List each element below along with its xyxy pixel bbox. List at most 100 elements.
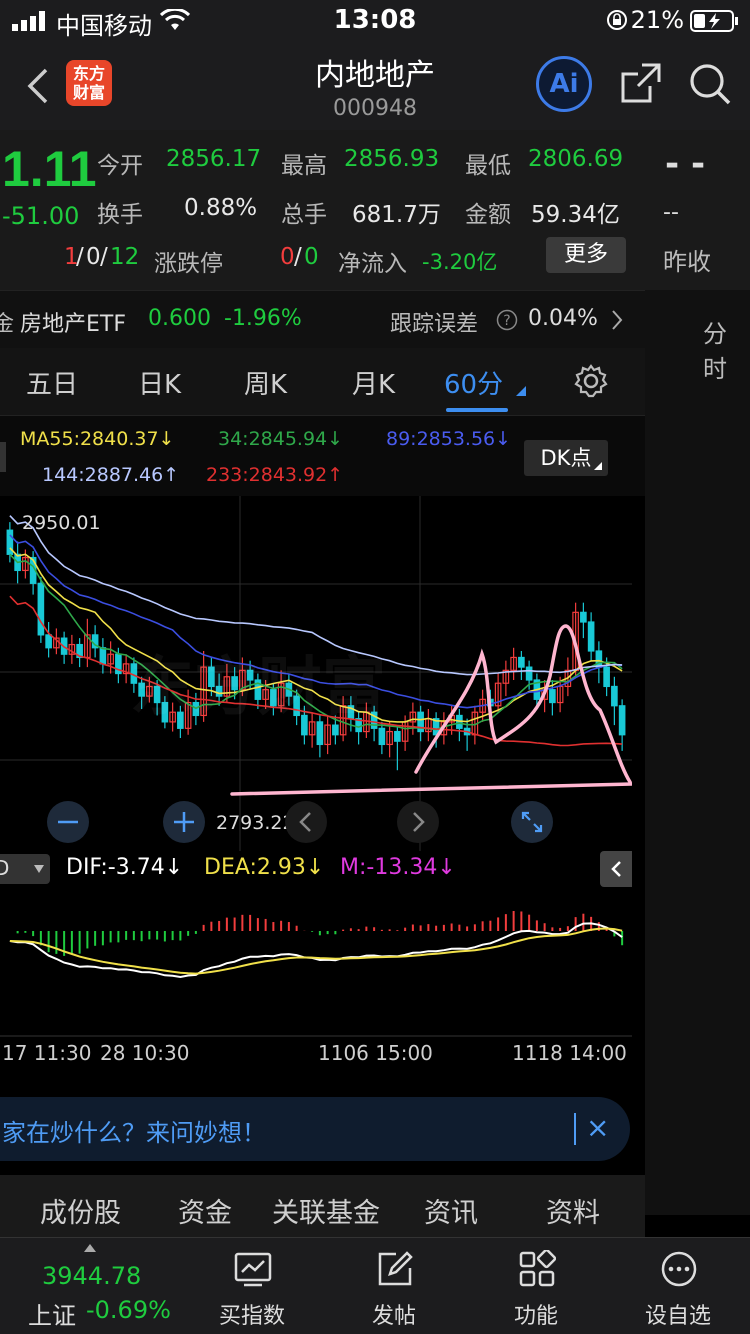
nav-bar: 东方 财富 内地地产 000948 Ai — [0, 40, 750, 130]
scroll-right-button[interactable] — [396, 800, 440, 844]
ai-assistant-button[interactable]: Ai — [536, 56, 592, 112]
etf-change: -1.96% — [224, 306, 302, 331]
volume-label: 总手 — [281, 202, 327, 228]
time-tick-4: 1118 14:00 — [512, 1041, 627, 1065]
macd-chart[interactable] — [0, 887, 632, 1037]
ma233-label: 233:2843.92↑ — [206, 464, 344, 486]
turnover-value: 0.88% — [184, 195, 258, 221]
tab-month-k[interactable]: 月K — [352, 364, 395, 401]
right-price-dash: - - — [665, 144, 706, 184]
candle-body — [99, 647, 107, 665]
battery-icon — [690, 10, 738, 32]
collapse-panel-button[interactable] — [600, 851, 632, 887]
candle-body — [580, 611, 587, 623]
tab-60min[interactable]: 60分 — [444, 364, 503, 401]
edit-icon — [378, 1251, 413, 1286]
quote-panel: 1.11 -51.00 今开 2856.17 最高 2856.93 最低 280… — [0, 130, 645, 290]
help-icon[interactable]: ? — [496, 309, 518, 331]
status-bar: 中国移动 13:08 21% — [0, 0, 750, 40]
chevron-right-icon — [612, 310, 623, 330]
tracking-error-label: 跟踪误差 — [390, 312, 479, 337]
dropdown-corner-icon — [516, 386, 526, 396]
indicator-selector[interactable]: D — [0, 854, 50, 884]
kline-chart[interactable]: 东方财富 2950.01 2793.22 — [0, 496, 714, 851]
high-value: 2856.93 — [344, 146, 440, 172]
functions-label: 功能 — [513, 1304, 558, 1329]
more-button[interactable]: 更多 — [546, 237, 626, 273]
open-label: 今开 — [97, 153, 143, 179]
ma144-label: 144:2887.46↑ — [42, 464, 180, 486]
candle-body — [518, 656, 525, 668]
etf-name: 房地产ETF — [20, 312, 126, 337]
price-change: -51.00 — [2, 202, 80, 230]
time-axis: 17 11:30 28 10:30 1106 15:00 1118 14:00 — [0, 1037, 632, 1085]
tab-profile[interactable]: 资料 — [546, 1191, 600, 1230]
buy-index-button[interactable]: 买指数 — [192, 1238, 312, 1334]
etf-row[interactable]: 金 房地产ETF 0.600 -1.96% 跟踪误差 ? 0.04% — [0, 290, 645, 348]
settings-gear-icon[interactable] — [574, 364, 608, 398]
time-tick-3: 1106 15:00 — [318, 1041, 433, 1065]
amount-label: 金额 — [465, 202, 511, 228]
intraday-label[interactable]: 分时 — [703, 314, 750, 384]
scroll-left-button[interactable] — [284, 800, 328, 844]
volume-value: 681.7万 — [352, 202, 441, 228]
market-index-widget[interactable]: 3944.78 上证 -0.69% — [0, 1238, 190, 1334]
tab-news[interactable]: 资讯 — [424, 1191, 478, 1230]
share-icon[interactable] — [620, 62, 662, 104]
limit-separator: / — [294, 244, 302, 270]
candle-body — [525, 666, 533, 681]
close-banner-icon[interactable]: × — [586, 1111, 609, 1144]
caret-up-icon — [84, 1244, 96, 1252]
ma55-label: MA55:2840.37↓ — [20, 428, 175, 450]
quote-right-panel: - - -- 昨收 — [645, 130, 750, 290]
post-label: 发帖 — [371, 1304, 416, 1329]
tab-related-funds[interactable]: 关联基金 — [272, 1191, 380, 1230]
index-value: 3944.78 — [42, 1262, 142, 1290]
bottom-toolbar: 3944.78 上证 -0.69% 买指数 发帖 功能 设自选 — [0, 1237, 750, 1334]
candle-body — [595, 650, 603, 668]
functions-button[interactable]: 功能 — [476, 1238, 596, 1334]
time-tick-1: 17 11:30 — [2, 1041, 92, 1065]
candle-body — [45, 634, 52, 649]
add-watchlist-label: 设自选 — [644, 1304, 711, 1329]
left-edge-tab[interactable] — [0, 442, 6, 472]
fullscreen-button[interactable] — [510, 800, 554, 844]
dea-line — [9, 927, 623, 975]
post-button[interactable]: 发帖 — [334, 1238, 454, 1334]
add-watchlist-button[interactable]: 设自选 — [618, 1238, 738, 1334]
dk-point-label: DK点 — [540, 446, 592, 470]
svg-text:?: ? — [503, 313, 510, 329]
right-side-panel: 分时 — [645, 290, 750, 1215]
ask-ai-banner[interactable]: 家在炒什么？来问妙想！ × — [0, 1097, 630, 1161]
zoom-in-button[interactable] — [162, 800, 206, 844]
low-marker-label: 2793.22 — [216, 812, 295, 834]
ask-ai-text: 家在炒什么？来问妙想！ — [2, 1119, 266, 1147]
banner-divider — [574, 1113, 576, 1145]
ma34-label: 34:2845.94↓ — [218, 428, 344, 450]
netflow-value: -3.20亿 — [422, 250, 498, 274]
dif-line — [9, 922, 623, 979]
search-icon[interactable] — [688, 62, 732, 106]
high-label: 最高 — [281, 153, 327, 179]
high-marker-label: 2950.01 — [22, 512, 101, 534]
open-value: 2856.17 — [166, 146, 262, 172]
tab-week-k[interactable]: 周K — [244, 364, 287, 401]
tab-day-k[interactable]: 日K — [138, 364, 181, 401]
etf-prefix: 金 — [0, 312, 15, 337]
dk-point-button[interactable]: DK点 — [524, 440, 608, 476]
index-name: 上证 — [28, 1302, 76, 1330]
etf-price: 0.600 — [148, 306, 211, 331]
tab-capital[interactable]: 资金 — [178, 1191, 232, 1230]
tab-components[interactable]: 成份股 — [40, 1191, 121, 1230]
support-line-annotation — [230, 780, 714, 796]
zoom-out-button[interactable] — [46, 800, 90, 844]
low-value: 2806.69 — [528, 146, 624, 172]
grid-apps-icon — [519, 1250, 556, 1287]
netflow-label: 净流入 — [338, 251, 407, 277]
index-change: -0.69% — [86, 1296, 171, 1324]
chevron-left-icon — [611, 861, 621, 877]
candle-body — [618, 705, 626, 736]
updown-separator-1: / — [76, 244, 84, 270]
active-tab-indicator — [446, 408, 508, 412]
tab-five-day[interactable]: 五日 — [26, 364, 78, 401]
